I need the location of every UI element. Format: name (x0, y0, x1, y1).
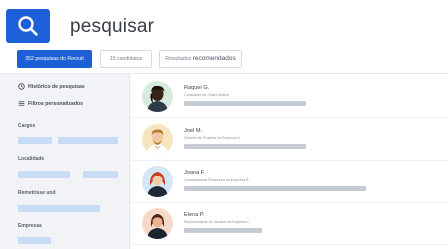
candidate-detail-placeholder (184, 228, 262, 233)
section-localidade: Localidade (18, 156, 45, 162)
search-button[interactable] (6, 9, 50, 43)
filter-chip[interactable] (83, 171, 118, 178)
tab-candidates[interactable]: 15 candidatos (100, 50, 152, 68)
section-empresas: Empresas (18, 223, 42, 229)
search-bar: pesquisar (0, 0, 448, 44)
filter-sidebar: Histórico de pesquisas Filtros personali… (0, 74, 130, 249)
candidate-card[interactable]: Raquel G. Consultant em Sales Market (131, 76, 448, 118)
avatar (142, 124, 173, 155)
candidate-role: Coordenadora Financeira na Empresa B (184, 178, 249, 182)
tab-recommended[interactable]: Resultados recomendados (159, 50, 242, 68)
tab-recruit-searches[interactable]: 352 pesquisas do Recruit (17, 50, 92, 68)
candidate-card[interactable]: Joel M. Gerente de Projetos na Empresa A (131, 119, 448, 161)
search-history-label: Histórico de pesquisas (28, 84, 85, 90)
results-list: Raquel G. Consultant em Sales Market Joe… (131, 74, 448, 249)
candidate-detail-placeholder (184, 144, 306, 149)
candidate-name: Raquel G. (184, 85, 210, 91)
avatar (142, 81, 173, 112)
filter-chip[interactable] (18, 205, 100, 212)
candidate-name: Elena P. (184, 212, 205, 218)
section-remetrisse: Remetrisse und (18, 190, 56, 196)
avatar (142, 166, 173, 197)
candidate-name: Joel M. (184, 128, 203, 134)
tab-recommended-prefix: Resultados (165, 56, 192, 62)
candidate-role: Gerente de Projetos na Empresa A (184, 136, 240, 140)
search-icon (18, 16, 38, 36)
avatar (142, 208, 173, 239)
candidate-card[interactable]: Joana F. Coordenadora Financeira na Empr… (131, 161, 448, 203)
candidate-name: Joana F. (184, 170, 206, 176)
filter-chip[interactable] (18, 137, 52, 144)
custom-filters-label: Filtros personalizados (28, 101, 84, 107)
candidate-card[interactable]: Elena P. Representante de Vendas na Empr… (131, 203, 448, 245)
filter-chip[interactable] (18, 237, 51, 244)
filter-chip[interactable] (18, 171, 70, 178)
clock-icon (18, 83, 25, 92)
candidate-role: Representante de Vendas na Empresa C (184, 220, 250, 224)
candidate-role: Consultant em Sales Market (184, 93, 230, 97)
section-cargos: Cargos (18, 123, 36, 129)
result-tabs: 352 pesquisas do Recruit 15 candidatos R… (0, 44, 448, 74)
candidate-detail-placeholder (184, 186, 366, 191)
menu-lines-icon (18, 100, 25, 109)
candidate-detail-placeholder (184, 101, 306, 106)
search-input[interactable]: pesquisar (70, 16, 154, 38)
tab-recommended-highlight: recomendados (192, 55, 236, 62)
filter-chip[interactable] (58, 137, 118, 144)
